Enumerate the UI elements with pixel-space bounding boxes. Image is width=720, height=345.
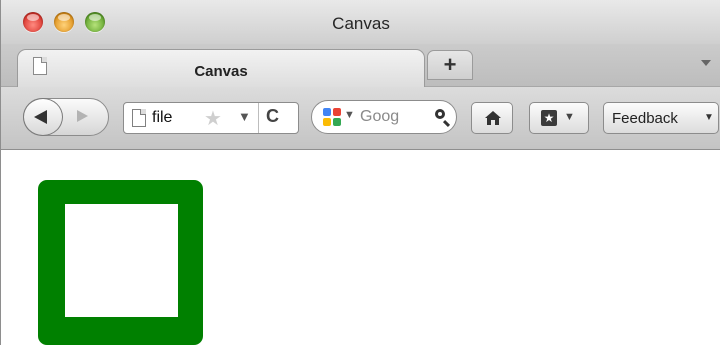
feedback-label: Feedback [612, 110, 678, 127]
tab-label: Canvas [194, 63, 248, 80]
url-bar[interactable]: file ★ ▼ C [123, 102, 299, 134]
browser-window: Canvas Canvas + file ★ ▼ C ▼ Goog ★ ▼ Fe… [0, 0, 720, 345]
search-engine-dropdown-icon[interactable]: ▼ [344, 109, 355, 121]
home-button[interactable] [471, 102, 513, 134]
new-tab-button[interactable]: + [427, 50, 473, 80]
bookmarks-button[interactable]: ★ ▼ [529, 102, 589, 134]
separator [258, 103, 259, 133]
canvas-square-outline [38, 180, 203, 345]
url-text[interactable]: file [152, 109, 172, 127]
bookmarks-dropdown-icon: ▼ [564, 111, 575, 123]
title-bar[interactable]: Canvas [1, 0, 720, 44]
tab-list-dropdown-icon[interactable] [701, 60, 711, 66]
home-icon [485, 111, 501, 125]
back-forward-group [23, 98, 109, 136]
page-icon [132, 109, 146, 127]
reload-icon[interactable]: C [266, 106, 279, 127]
navigation-toolbar: file ★ ▼ C ▼ Goog ★ ▼ Feedback ▼ [1, 87, 720, 150]
google-icon[interactable] [322, 107, 342, 127]
bookmark-icon: ★ [541, 110, 557, 126]
url-history-dropdown-icon[interactable]: ▼ [238, 109, 251, 124]
search-bar[interactable]: ▼ Goog [311, 100, 457, 134]
page-content [1, 150, 720, 345]
magnifier-icon[interactable] [435, 109, 445, 119]
forward-button[interactable] [77, 110, 88, 122]
star-icon[interactable]: ★ [204, 106, 222, 131]
feedback-button[interactable]: Feedback ▼ [603, 102, 719, 134]
canvas-square-interior [65, 204, 178, 317]
tab-strip: Canvas + [1, 44, 720, 87]
back-button[interactable] [23, 98, 63, 136]
feedback-dropdown-icon: ▼ [704, 112, 714, 123]
window-title: Canvas [332, 14, 390, 33]
search-input[interactable]: Goog [360, 108, 420, 126]
tab-canvas[interactable]: Canvas [17, 49, 425, 87]
